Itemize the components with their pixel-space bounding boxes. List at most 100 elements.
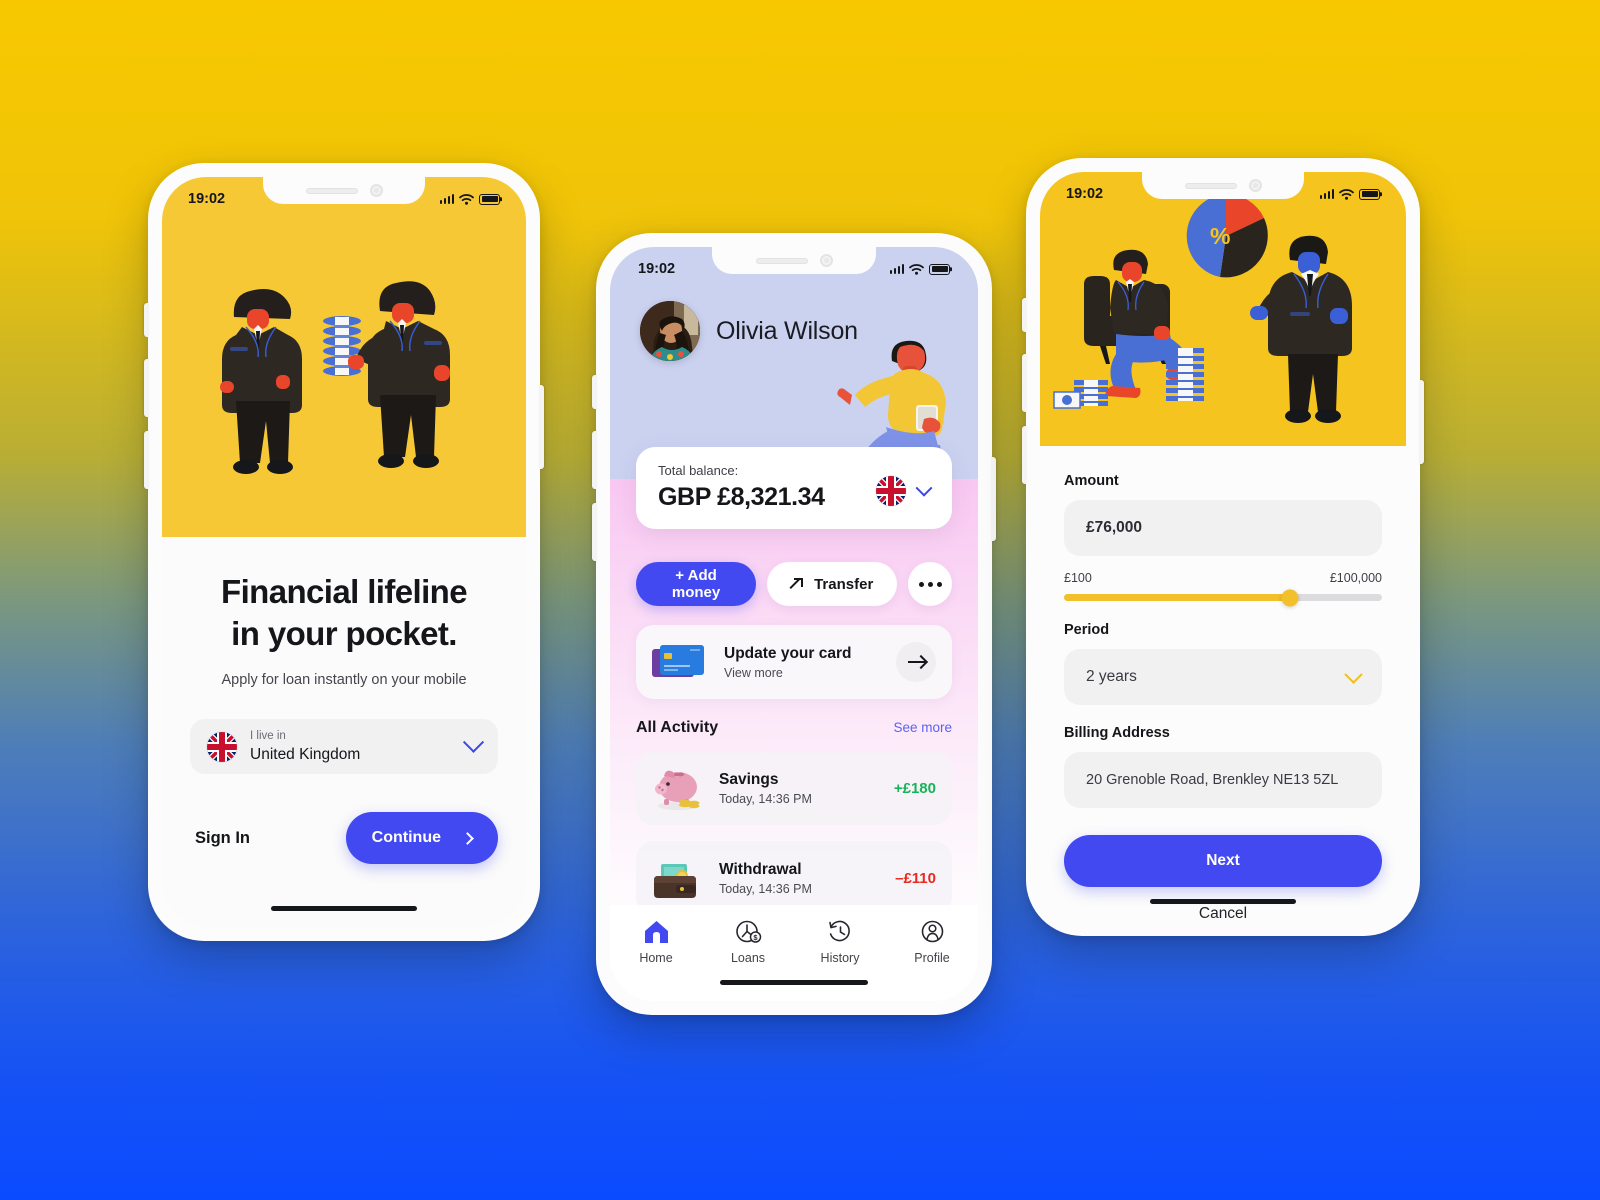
uk-flag-icon [207, 731, 237, 762]
tab-history[interactable]: History [794, 919, 886, 965]
phone1-home-indicator[interactable] [271, 906, 417, 911]
more-options-button[interactable] [908, 562, 952, 606]
phone2-home-indicator[interactable] [720, 980, 868, 985]
user-avatar-photo [640, 301, 700, 361]
phone2-screen: 19:02 Olivia Wilson Total balance: GBP £… [610, 247, 978, 1001]
chevron-right-icon [461, 832, 474, 845]
wifi-icon [1339, 188, 1354, 200]
status-time: 19:02 [1066, 186, 1104, 202]
svg-text:%: % [1210, 223, 1230, 249]
update-card-go-button[interactable] [896, 642, 936, 682]
uk-flag-icon [876, 476, 906, 506]
bottom-tab-bar: Home $ Loans History Profile [610, 905, 978, 1001]
cancel-button[interactable]: Cancel [1064, 905, 1382, 922]
phone2-mute-button[interactable] [592, 375, 597, 409]
table-row[interactable]: Savings Today, 14:36 PM +£180 [636, 751, 952, 825]
slider-track[interactable] [1064, 589, 1382, 606]
country-select[interactable]: I live in United Kingdom [190, 719, 498, 775]
tab-loans-label: Loans [730, 951, 766, 965]
phone3-notch [1142, 172, 1304, 199]
user-name: Olivia Wilson [716, 316, 858, 345]
period-select[interactable]: 2 years [1064, 649, 1382, 705]
continue-button[interactable]: Continue [345, 812, 498, 865]
see-more-link[interactable]: See more [893, 720, 952, 735]
activity-amount: –£110 [895, 869, 936, 887]
phone1-power-button[interactable] [539, 385, 544, 469]
add-money-button[interactable]: + Add money [636, 562, 757, 606]
activity-time: Today, 14:36 PM [719, 881, 812, 896]
status-icons [889, 263, 950, 275]
signal-icon [439, 194, 454, 204]
phone1-volume-down-button[interactable] [144, 431, 149, 489]
phone3-mute-button[interactable] [1022, 298, 1027, 332]
phone3-volume-down-button[interactable] [1022, 426, 1027, 484]
amount-field[interactable]: £76,000 [1064, 500, 1382, 556]
amount-label: Amount [1064, 473, 1119, 489]
phone1-screen: 19:02 Financial lifeline in your pocket.… [162, 177, 526, 927]
onboarding-hero-illustration [162, 177, 526, 537]
credit-card-icon [652, 643, 708, 681]
phone2-volume-down-button[interactable] [592, 503, 597, 561]
profile-person-icon [921, 920, 943, 943]
loan-form: Amount £76,000 £100 £100,000 Period 2 ye… [1040, 446, 1406, 922]
table-row[interactable]: Withdrawal Today, 14:36 PM –£110 [636, 841, 952, 915]
status-time: 19:02 [188, 191, 226, 207]
update-card-text: Update your card View more [724, 645, 880, 680]
update-card-promo[interactable]: Update your card View more [636, 625, 952, 699]
activity-text: Withdrawal Today, 14:36 PM [719, 861, 880, 896]
user-greeting: Olivia Wilson [640, 301, 858, 361]
phone1-volume-up-button[interactable] [144, 359, 149, 417]
phone3-screen: % 19:02 Amount £76,000 £100 £100,000 Per… [1040, 172, 1406, 922]
arrow-right-icon [907, 660, 925, 664]
country-select-text: I live in United Kingdom [250, 729, 453, 765]
chevron-down-icon[interactable] [1344, 664, 1363, 684]
phone2-volume-up-button[interactable] [592, 431, 597, 489]
activity-name: Savings [719, 770, 779, 788]
page-subtitle: Apply for loan instantly on your mobile [221, 672, 467, 689]
country-select-label: I live in [250, 730, 286, 743]
activity-name: Withdrawal [719, 860, 802, 878]
slider-min-label: £100 [1064, 571, 1092, 585]
update-card-subtitle: View more [724, 665, 783, 680]
slider-thumb[interactable] [1281, 589, 1299, 606]
phone1-mute-button[interactable] [144, 303, 149, 337]
phone-mockup-onboarding: 19:02 Financial lifeline in your pocket.… [144, 163, 544, 941]
chevron-down-icon[interactable] [915, 479, 933, 497]
phone3-volume-up-button[interactable] [1022, 354, 1027, 412]
update-card-title: Update your card [724, 644, 852, 662]
phone3-power-button[interactable] [1419, 380, 1424, 464]
sign-in-link[interactable]: Sign In [190, 829, 250, 848]
avatar[interactable] [640, 301, 700, 361]
history-clock-icon [828, 920, 850, 942]
next-button[interactable]: Next [1064, 835, 1382, 887]
onboarding-content: Financial lifeline in your pocket. Apply… [162, 537, 526, 927]
tab-profile[interactable]: Profile [886, 919, 978, 965]
quick-actions: + Add money Transfer [636, 562, 952, 606]
phone2-power-button[interactable] [991, 457, 996, 541]
status-time: 19:02 [638, 261, 676, 277]
slider-max-label: £100,000 [1329, 571, 1382, 585]
transfer-button[interactable]: Transfer [767, 562, 898, 606]
two-businessmen-exchanging-money-illustration [220, 281, 450, 474]
front-camera [369, 184, 383, 197]
currency-selector[interactable] [876, 476, 933, 512]
tab-home-label: Home [639, 951, 673, 965]
signal-icon [1319, 189, 1334, 199]
front-camera [819, 254, 833, 267]
amount-slider[interactable]: £100 £100,000 [1064, 571, 1382, 606]
wallet-icon [652, 854, 704, 902]
tab-home[interactable]: Home [610, 919, 702, 965]
chevron-down-icon[interactable] [462, 732, 485, 754]
tab-profile-label: Profile [914, 951, 950, 965]
page-title: Financial lifeline in your pocket. [221, 571, 468, 655]
total-balance-card[interactable]: Total balance: GBP £8,321.34 [636, 447, 952, 529]
wifi-icon [459, 193, 474, 205]
phone3-home-indicator[interactable] [1150, 899, 1296, 904]
tab-loans[interactable]: $ Loans [702, 919, 794, 965]
piggy-bank-icon [652, 764, 704, 812]
activity-header: All Activity See more [636, 719, 952, 737]
phone2-notch [712, 247, 876, 274]
billing-address-field[interactable]: 20 Grenoble Road, Brenkley NE13 5ZL [1064, 752, 1382, 808]
battery-icon [1359, 188, 1380, 200]
earpiece-speaker [755, 257, 808, 264]
